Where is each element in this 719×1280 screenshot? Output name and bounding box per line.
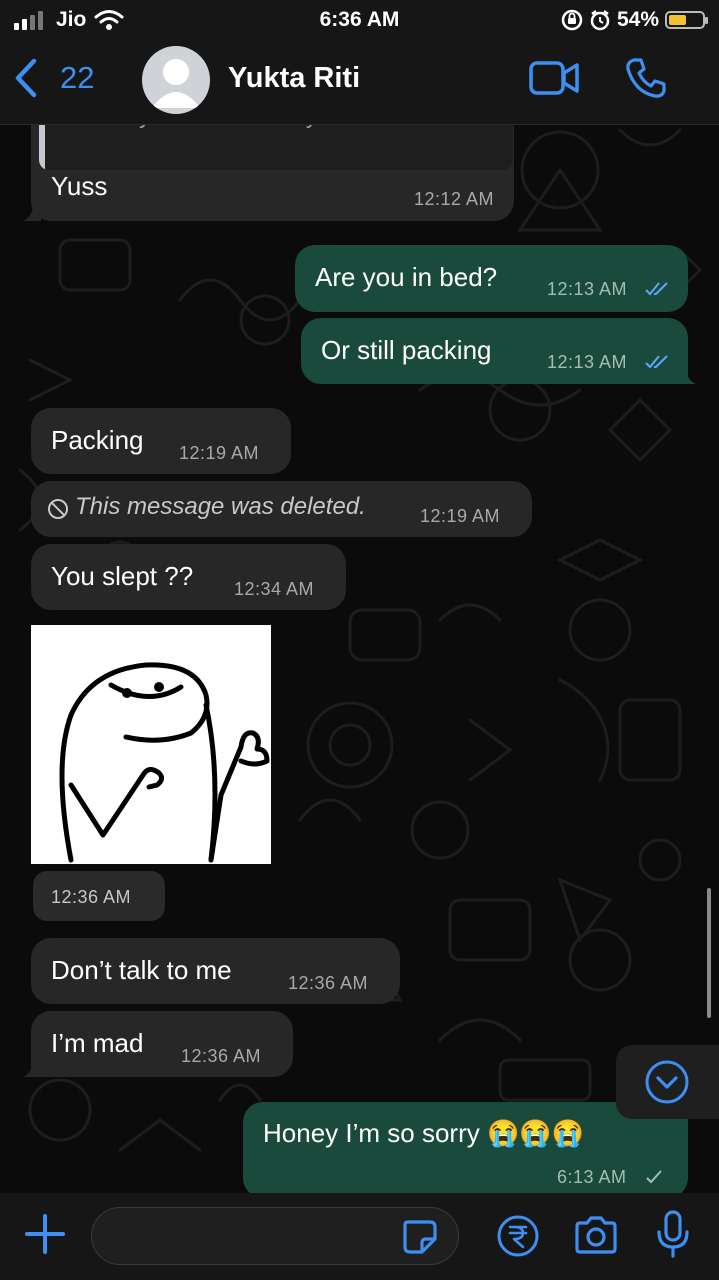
message-time: 12:13 AM [547,352,628,372]
message-list[interactable]: But do your best while you're there Yuss… [0,0,719,1280]
message-time: 12:12 AM [413,189,494,209]
back-chevron-icon [15,58,37,98]
message-text: You slept ?? [51,561,194,591]
message-text: Packing [51,425,144,455]
message-text: I’m mad [51,1028,144,1058]
sticker-button[interactable] [402,1219,438,1260]
scroll-to-bottom-button[interactable] [616,1045,719,1119]
message-time: 6:13 AM [557,1167,627,1187]
battery-icon [665,11,708,29]
voice-note-button[interactable] [655,1209,691,1264]
incoming-message[interactable]: Packing 12:19 AM [31,408,291,474]
chevron-down-circle-icon [645,1060,689,1104]
contact-avatar[interactable] [142,46,210,114]
message-time: 12:19 AM [179,443,260,463]
camera-icon [575,1216,617,1254]
alarm-icon [590,10,610,31]
microphone-icon [657,1210,689,1258]
sent-tick-icon [646,1170,662,1184]
incoming-message[interactable]: But do your best while you're there Yuss… [23,110,514,221]
deleted-message-text: This message was deleted. [75,493,366,520]
read-receipt-icon [645,282,668,296]
unread-count: 22 [60,60,95,95]
back-button[interactable]: 22 [14,58,94,98]
voice-call-button[interactable] [624,56,668,105]
message-text: Are you in bed? [315,262,498,292]
contact-name[interactable]: Yukta Riti [228,62,360,95]
outgoing-message[interactable]: Honey I’m so sorry 😭😭😭 6:13 AM [243,1102,688,1198]
plus-icon [25,1214,65,1254]
status-right: 54% [561,8,708,32]
rupee-payment-icon [497,1215,539,1257]
phone-call-icon [626,58,666,98]
message-time: 12:19 AM [420,506,501,526]
attach-button[interactable] [24,1213,66,1260]
deleted-icon [48,499,68,519]
incoming-message[interactable]: You slept ?? 12:34 AM [31,544,346,610]
battery-fill [669,15,686,25]
incoming-message[interactable]: I’m mad 12:36 AM [23,1011,293,1077]
scrollbar[interactable] [707,888,711,1018]
payment-button[interactable] [496,1214,540,1263]
sticker-message[interactable] [31,625,271,864]
video-call-icon [529,61,579,95]
message-composer [0,1193,719,1280]
thumbs-up-blob-sticker [59,662,270,863]
battery-percent: 54% [616,8,659,31]
message-time: 12:13 AM [547,279,628,299]
orientation-lock-icon [561,9,583,31]
message-text: Yuss [51,171,108,201]
status-bar: Jio 6:36 AM 54% [0,0,719,40]
sticker-icon [403,1220,437,1254]
message-time: 12:34 AM [234,579,315,599]
message-text: Or still packing [321,335,492,365]
outgoing-message[interactable]: Or still packing 12:13 AM [301,318,696,384]
deleted-message[interactable]: This message was deleted. 12:19 AM [31,481,532,537]
outgoing-message[interactable]: Are you in bed? 12:13 AM [295,245,688,312]
bubble-tail [678,366,696,384]
message-time: 12:36 AM [288,973,369,993]
bubble-tail [23,203,41,221]
message-text: Honey I’m so sorry 😭😭😭 [263,1118,585,1148]
message-time: 12:36 AM [51,887,132,907]
bubble-tail [23,1059,41,1077]
message-text: Don’t talk to me [51,955,232,985]
incoming-message[interactable]: Don’t talk to me 12:36 AM [31,938,400,1004]
avatar-icon [152,59,200,108]
sticker-timestamp: 12:36 AM [33,871,165,921]
video-call-button[interactable] [528,58,580,103]
camera-button[interactable] [573,1215,619,1260]
chat-header: 22 Yukta Riti [0,40,719,125]
read-receipt-icon [645,355,668,369]
message-time: 12:36 AM [181,1046,262,1066]
